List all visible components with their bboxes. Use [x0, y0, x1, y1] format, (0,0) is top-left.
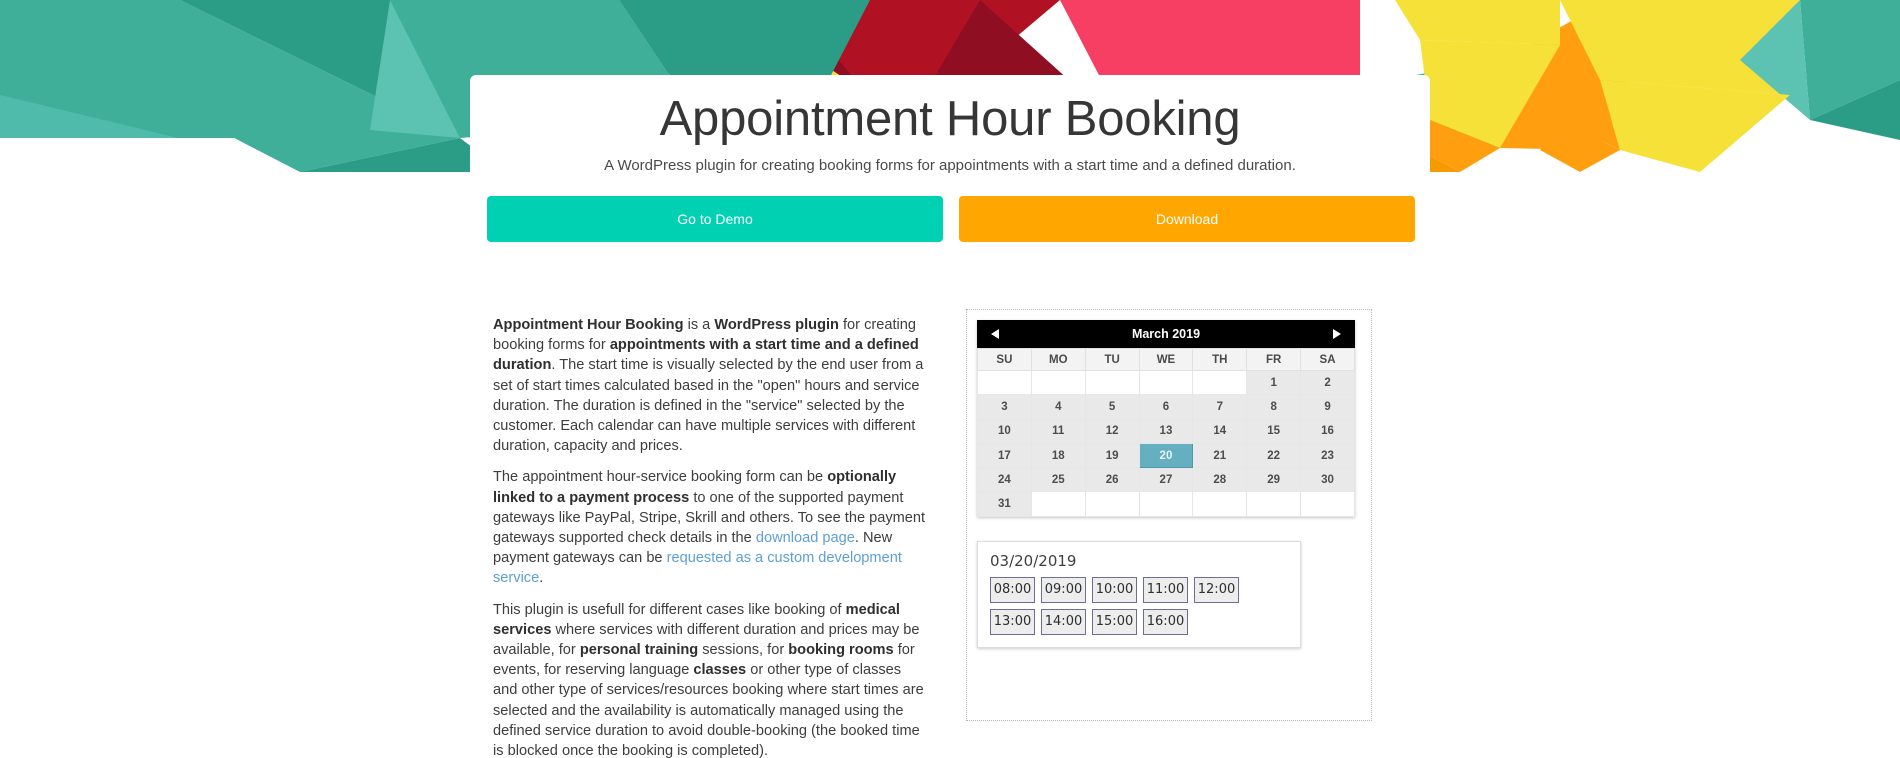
calendar-weekday-su: SU [977, 348, 1032, 371]
timeslot-1100[interactable]: 11:00 [1143, 576, 1188, 603]
p1-bold-plugin-name: Appointment Hour Booking [493, 317, 684, 333]
calendar-day-14[interactable]: 14 [1192, 418, 1248, 444]
action-button-group: Go to Demo Download [487, 196, 1415, 242]
calendar-day-27[interactable]: 27 [1138, 467, 1194, 493]
booking-widget-container: March 2019 SU MO TU WE TH FR SA 1 2 3 4 5 6 7 8 9 10 11 1… [966, 309, 1372, 721]
calendar-day-1[interactable]: 1 [1246, 369, 1302, 396]
timeslot-1400[interactable]: 14:00 [1041, 608, 1086, 635]
calendar-day-21[interactable]: 21 [1192, 442, 1248, 469]
timeslot-1300[interactable]: 13:00 [990, 608, 1035, 635]
calendar-week-row: 31 [977, 491, 1355, 517]
right-triangle-icon[interactable] [1329, 326, 1345, 342]
calendar-weekday-we: WE [1138, 348, 1194, 371]
calendar-empty-cell [1138, 491, 1194, 517]
calendar-day-5[interactable]: 5 [1084, 394, 1140, 420]
calendar-day-2[interactable]: 2 [1300, 369, 1355, 396]
timeslot-1600[interactable]: 16:00 [1143, 608, 1188, 635]
p2-text-a: The appointment hour-service booking for… [493, 469, 828, 486]
calendar-day-selected[interactable]: 20 [1138, 442, 1194, 469]
calendar-empty-cell [1138, 369, 1194, 396]
calendar-weekday-mo: MO [1030, 348, 1086, 371]
calendar-day-18[interactable]: 18 [1030, 442, 1086, 469]
p2-text-d: . [539, 570, 544, 587]
paragraph-1: Appointment Hour Booking is a WordPress … [493, 315, 929, 456]
go-to-demo-button[interactable]: Go to Demo [487, 196, 943, 242]
p3-text-c: sessions, for [698, 642, 789, 659]
timeslot-list: 08:00 09:00 10:00 11:00 12:00 13:00 14:00 15:00… [990, 576, 1288, 635]
calendar-weekday-fr: FR [1246, 348, 1302, 371]
page-root: Appointment Hour Booking A WordPress plu… [0, 0, 1900, 758]
timeslot-1500[interactable]: 15:00 [1092, 608, 1137, 635]
calendar-day-24[interactable]: 24 [977, 467, 1032, 493]
paragraph-2: The appointment hour-service booking for… [493, 467, 929, 588]
timeslot-1000[interactable]: 10:00 [1092, 576, 1137, 603]
calendar-empty-cell [1030, 491, 1086, 517]
calendar-empty-cell [1084, 369, 1140, 396]
timeslot-0800[interactable]: 08:00 [990, 576, 1035, 603]
left-triangle-icon[interactable] [987, 326, 1003, 342]
calendar-day-rows: 1 2 3 4 5 6 7 8 9 10 11 12 13 14 15 16 17 18 19 20 21 22 23 24 2… [977, 369, 1355, 517]
calendar-day-6[interactable]: 6 [1138, 394, 1194, 420]
p3-bold-booking-rooms: booking rooms [788, 642, 894, 659]
timeslot-1200[interactable]: 12:00 [1194, 576, 1239, 603]
calendar-header: March 2019 [977, 320, 1355, 348]
download-button[interactable]: Download [959, 196, 1415, 242]
calendar-day-28[interactable]: 28 [1192, 467, 1248, 493]
timeslot-0900[interactable]: 09:00 [1041, 576, 1086, 603]
calendar-week-row: 12 [977, 369, 1355, 396]
paragraph-3: This plugin is usefull for different cas… [493, 600, 929, 758]
calendar-week-row: 10 11 12 13 14 15 16 [977, 418, 1355, 444]
calendar-day-22[interactable]: 22 [1246, 442, 1302, 469]
calendar-widget: March 2019 SU MO TU WE TH FR SA 1 2 3 4 5 6 7 8 9 10 11 1… [977, 320, 1355, 517]
description-text-column: Appointment Hour Booking is a WordPress … [493, 315, 929, 758]
calendar-empty-cell [1246, 491, 1302, 517]
calendar-day-11[interactable]: 11 [1030, 418, 1086, 444]
calendar-grid: SU MO TU WE TH FR SA 1 2 3 4 5 6 7 8 9 10 11 12 13 14 15 16 17… [977, 348, 1355, 517]
download-page-link[interactable]: download page [756, 530, 855, 546]
calendar-day-12[interactable]: 12 [1084, 418, 1140, 444]
calendar-day-9[interactable]: 9 [1300, 394, 1355, 420]
calendar-day-10[interactable]: 10 [977, 418, 1032, 444]
calendar-month-label: March 2019 [1131, 327, 1201, 341]
calendar-day-15[interactable]: 15 [1246, 418, 1302, 444]
calendar-day-25[interactable]: 25 [1030, 467, 1086, 493]
calendar-empty-cell [1192, 369, 1248, 396]
page-subtitle: A WordPress plugin for creating booking … [604, 156, 1296, 174]
calendar-day-23[interactable]: 23 [1300, 442, 1355, 469]
p3-bold-classes: classes [693, 662, 747, 679]
calendar-week-row: 3456789 [977, 394, 1355, 420]
calendar-weekday-sa: SA [1300, 348, 1355, 371]
calendar-day-3[interactable]: 3 [977, 394, 1032, 420]
calendar-weekday-tu: TU [1084, 348, 1140, 371]
calendar-day-29[interactable]: 29 [1246, 467, 1302, 493]
calendar-day-13[interactable]: 13 [1138, 418, 1194, 444]
selected-date-label: 03/20/2019 [990, 551, 1077, 570]
calendar-week-row: 24 25 26 27 28 29 30 [977, 467, 1355, 493]
calendar-day-7[interactable]: 7 [1192, 394, 1248, 420]
calendar-week-row: 17 18 19 20 21 22 23 [977, 442, 1355, 469]
calendar-weekday-th: TH [1192, 348, 1248, 371]
calendar-day-4[interactable]: 4 [1030, 394, 1086, 420]
calendar-empty-cell [977, 369, 1032, 396]
page-title: Appointment Hour Booking [659, 92, 1241, 146]
timeslot-panel: 03/20/2019 08:00 09:00 10:00 11:00 12:00 13:0… [977, 540, 1301, 648]
calendar-day-16[interactable]: 16 [1300, 418, 1355, 444]
calendar-empty-cell [1192, 491, 1248, 517]
p3-text-a: This plugin is usefull for different cas… [493, 601, 846, 618]
calendar-day-19[interactable]: 19 [1084, 442, 1140, 469]
calendar-day-31[interactable]: 31 [977, 491, 1032, 517]
p1-bold-wordpress-plugin: WordPress plugin [714, 317, 839, 333]
calendar-day-30[interactable]: 30 [1300, 467, 1355, 493]
calendar-empty-cell [1084, 491, 1140, 517]
calendar-day-26[interactable]: 26 [1084, 467, 1140, 493]
calendar-day-17[interactable]: 17 [977, 442, 1032, 469]
p1-text-c: . The start time is visually selected by… [493, 357, 924, 455]
calendar-weekday-header-row: SU MO TU WE TH FR SA [977, 348, 1355, 371]
p3-bold-personal-training: personal training [579, 642, 699, 659]
calendar-empty-cell [1300, 491, 1355, 517]
calendar-empty-cell [1030, 369, 1086, 396]
calendar-day-8[interactable]: 8 [1246, 394, 1302, 420]
p1-text-a: is a [683, 317, 715, 333]
